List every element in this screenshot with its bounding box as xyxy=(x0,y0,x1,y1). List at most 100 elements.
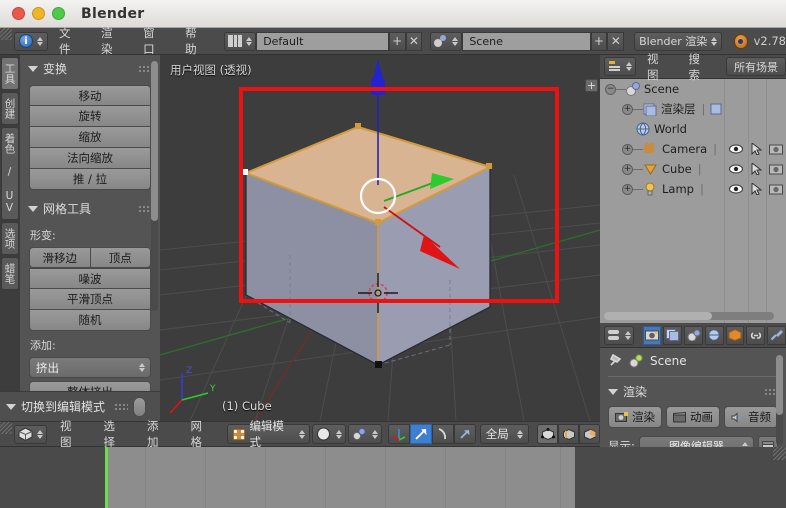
properties-tab-object[interactable] xyxy=(725,325,745,345)
menu-window[interactable]: 窗口 xyxy=(132,25,174,57)
expand-icon[interactable]: + xyxy=(622,163,633,175)
cursor-icon[interactable] xyxy=(751,163,762,175)
outliner-label: Cube xyxy=(662,162,692,176)
cursor-icon[interactable] xyxy=(751,143,762,155)
viewport-menu-mesh[interactable]: 网格 xyxy=(179,418,220,450)
tab-create[interactable]: 创建 xyxy=(1,92,19,125)
expand-icon[interactable]: + xyxy=(622,103,633,115)
viewport-editor-type-selector[interactable] xyxy=(14,424,47,444)
properties-tab-world[interactable] xyxy=(704,325,724,345)
3d-viewport[interactable]: Z Y 用户视图 (透视) (1) Cube + xyxy=(160,55,600,421)
delete-screen-layout-button[interactable]: ✕ xyxy=(405,31,423,51)
maximize-window-button[interactable] xyxy=(52,7,65,20)
viewport-menu-add[interactable]: 添加 xyxy=(136,418,177,450)
properties-tab-constraints[interactable] xyxy=(746,325,766,345)
transform-orientation-selector[interactable]: 全局 xyxy=(479,424,530,444)
tool-rotate[interactable]: 旋转 xyxy=(29,106,151,127)
properties-tab-scene[interactable] xyxy=(684,325,703,345)
scene-datablock-selector[interactable] xyxy=(430,31,463,51)
translate-manipulator-button[interactable] xyxy=(409,424,432,444)
scene-name-field[interactable]: Scene xyxy=(462,31,591,51)
close-window-button[interactable] xyxy=(12,7,25,20)
outliner-display-mode-selector[interactable] xyxy=(604,57,636,76)
properties-scrollbar[interactable] xyxy=(776,355,783,445)
tab-tools[interactable]: 工具 xyxy=(1,57,19,90)
transform-panel-header[interactable]: 变换 xyxy=(20,55,160,81)
properties-editor-type-selector[interactable] xyxy=(604,325,634,345)
render-image-button[interactable]: 渲染 xyxy=(608,406,662,428)
outliner-scope-selector[interactable]: 所有场景 xyxy=(726,57,786,76)
minimize-window-button[interactable] xyxy=(32,7,45,20)
outliner-row-camera[interactable]: + Camera | xyxy=(600,139,786,159)
menu-file[interactable]: 文件 xyxy=(48,25,90,57)
editor-type-info-button[interactable]: i xyxy=(14,31,48,51)
tool-randomize[interactable]: 随机 xyxy=(29,310,151,331)
pivot-icon xyxy=(352,427,366,441)
screen-layout-name-field[interactable]: Default xyxy=(256,31,389,51)
viewport-shading-selector[interactable] xyxy=(311,424,346,444)
interaction-mode-selector[interactable]: 编辑模式 xyxy=(226,419,310,449)
outliner-row-scene[interactable]: − Scene xyxy=(600,79,786,99)
outliner-menu-search[interactable]: 搜索 xyxy=(681,51,720,83)
tool-translate[interactable]: 移动 xyxy=(29,85,151,106)
add-screen-layout-button[interactable]: + xyxy=(388,31,406,51)
render-panel-header[interactable]: 渲染 xyxy=(600,379,786,402)
outliner-row-world[interactable]: World xyxy=(600,119,786,139)
tool-scale[interactable]: 缩放 xyxy=(29,127,151,148)
edge-select-button[interactable] xyxy=(558,424,580,444)
tool-shrink-fatten[interactable]: 法向缩放 xyxy=(29,148,151,169)
tool-push-pull[interactable]: 推 / 拉 xyxy=(29,169,151,190)
outliner-row-cube[interactable]: + Cube | xyxy=(600,159,786,179)
add-scene-button[interactable]: + xyxy=(590,31,608,51)
timeline-gridline xyxy=(325,447,326,508)
viewport-menu-view[interactable]: 视图 xyxy=(49,418,90,450)
menu-help[interactable]: 帮助 xyxy=(174,25,216,57)
eye-icon[interactable] xyxy=(729,184,744,195)
operator-toggle[interactable] xyxy=(133,396,147,417)
timeline-panel[interactable] xyxy=(0,447,786,508)
properties-tab-render[interactable] xyxy=(642,325,662,345)
tab-grease-pencil[interactable]: 蜡笔 xyxy=(1,257,19,290)
tool-vertex[interactable]: 顶点 xyxy=(89,247,151,268)
camera-icon[interactable] xyxy=(769,143,783,155)
render-animation-button[interactable]: 动画 xyxy=(666,406,720,428)
viewport-sidebar-toggle[interactable]: + xyxy=(585,79,598,92)
renderlayer-icon xyxy=(710,103,722,114)
pin-icon[interactable] xyxy=(608,354,623,368)
tab-shading-uv[interactable]: 着色 / UV xyxy=(1,127,19,220)
eye-icon[interactable] xyxy=(729,144,744,155)
face-select-button[interactable] xyxy=(579,424,601,444)
outliner-menu-view[interactable]: 视图 xyxy=(639,51,678,83)
screen-layout-selector[interactable] xyxy=(224,31,257,51)
timeline-playhead[interactable] xyxy=(105,447,108,508)
camera-icon[interactable] xyxy=(769,183,783,195)
vertex-select-button[interactable] xyxy=(537,424,559,444)
eye-icon[interactable] xyxy=(729,164,744,175)
cursor-icon[interactable] xyxy=(751,183,762,195)
toolshelf-scrollbar[interactable] xyxy=(151,61,158,311)
delete-scene-button[interactable]: ✕ xyxy=(607,31,625,51)
scale-manipulator-button[interactable] xyxy=(453,424,476,444)
tool-smooth-vertex[interactable]: 平滑顶点 xyxy=(29,289,151,310)
render-audio-button[interactable]: 音频 xyxy=(724,406,778,428)
render-engine-selector[interactable]: Blender 渲染 xyxy=(634,31,723,51)
tool-noise[interactable]: 噪波 xyxy=(29,268,151,289)
pivot-point-selector[interactable] xyxy=(347,424,382,444)
viewport-menu-select[interactable]: 选择 xyxy=(92,418,133,450)
properties-tab-render-layer[interactable] xyxy=(663,325,683,345)
outliner-row-render-layer[interactable]: + 渲染层 | xyxy=(600,99,786,119)
collapse-icon[interactable]: − xyxy=(605,83,616,95)
rotate-manipulator-button[interactable] xyxy=(431,424,454,444)
manipulator-toggle[interactable] xyxy=(387,424,410,444)
mesh-tools-panel-header[interactable]: 网格工具 xyxy=(20,190,160,221)
tool-edge-slide[interactable]: 滑移边 xyxy=(29,247,90,268)
tool-extrude-dropdown[interactable]: 挤出 xyxy=(29,357,151,378)
properties-tab-modifiers[interactable] xyxy=(767,325,786,345)
outliner-row-lamp[interactable]: + Lamp | xyxy=(600,179,786,199)
camera-icon[interactable] xyxy=(769,163,783,175)
expand-icon[interactable]: + xyxy=(622,143,633,155)
expand-icon[interactable]: + xyxy=(622,183,633,195)
outliner-horizontal-scrollbar[interactable] xyxy=(604,312,774,320)
tab-options[interactable]: 选项 xyxy=(1,222,19,255)
menu-render[interactable]: 渲染 xyxy=(90,25,132,57)
